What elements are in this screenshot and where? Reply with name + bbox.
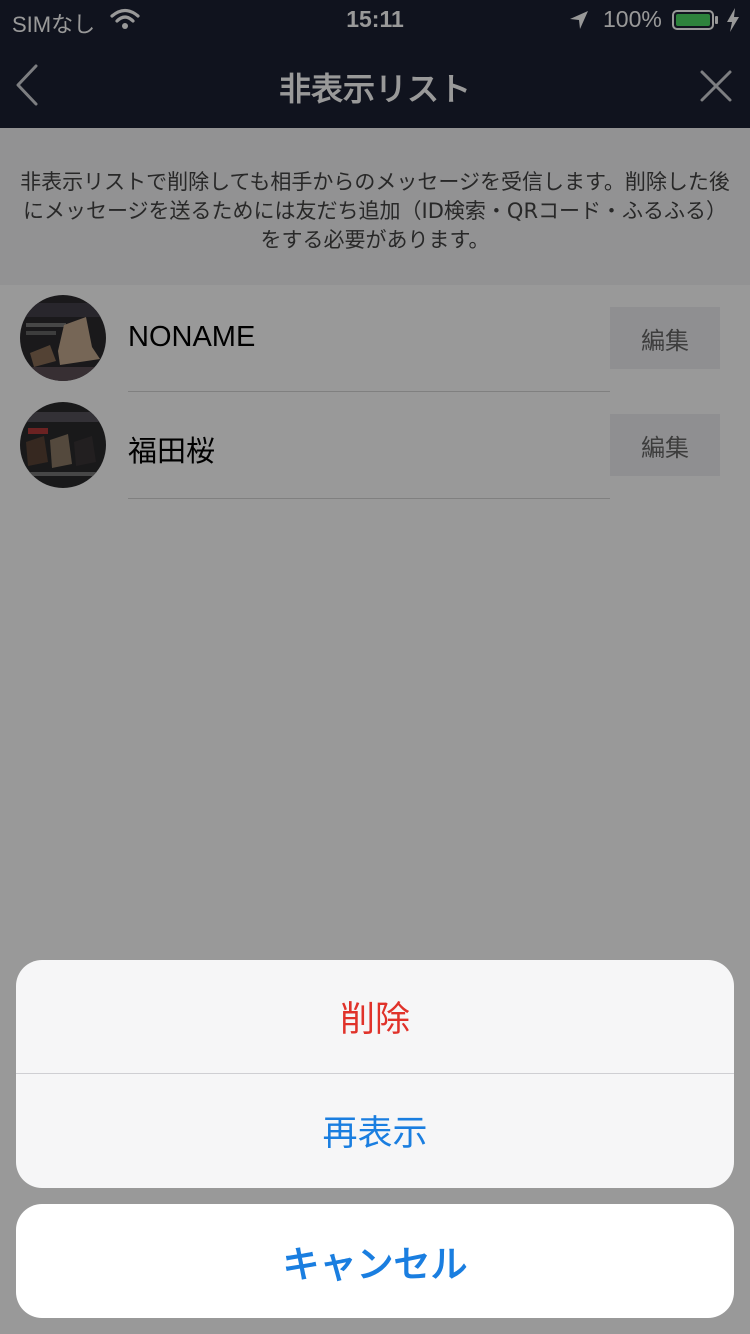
action-sheet: 削除 再表示: [16, 960, 734, 1188]
delete-button[interactable]: 削除: [16, 960, 734, 1073]
unhide-button[interactable]: 再表示: [16, 1074, 734, 1187]
cancel-button[interactable]: キャンセル: [16, 1204, 734, 1318]
